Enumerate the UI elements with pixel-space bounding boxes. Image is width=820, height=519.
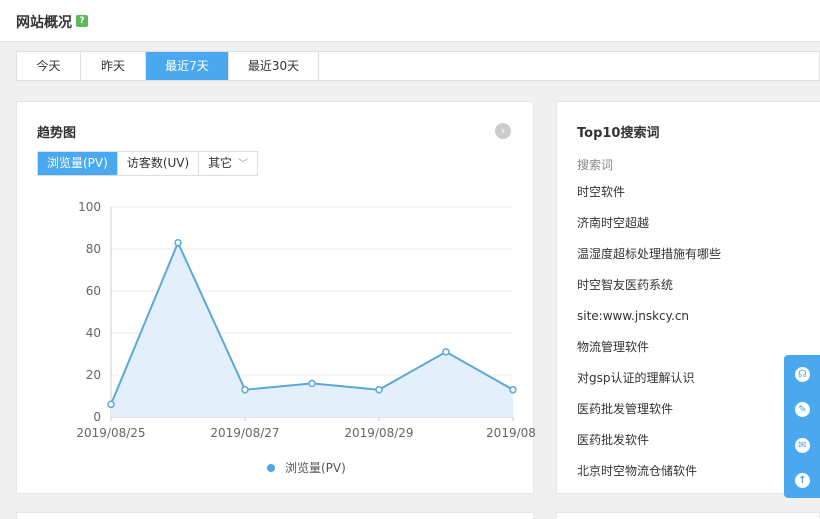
keyword-list: 时空软件 济南时空超越 温湿度超标处理措施有哪些 时空智友医药系统 site:w… — [577, 184, 721, 494]
legend-label: 浏览量(PV) — [285, 461, 346, 475]
tab-last-30-days[interactable]: 最近30天 — [229, 52, 319, 80]
keyword-item[interactable]: 济南时空超越 — [577, 215, 721, 246]
help-icon[interactable]: ? — [76, 15, 88, 27]
keyword-item[interactable]: 物流管理软件 — [577, 339, 721, 370]
tab-today[interactable]: 今天 — [17, 52, 81, 80]
keyword-item[interactable]: 温湿度超标处理措施有哪些 — [577, 246, 721, 277]
y-tick-label: 20 — [86, 368, 101, 382]
y-tick-label: 60 — [86, 284, 101, 298]
next-card-left — [16, 512, 534, 519]
keyword-item[interactable]: 对gsp认证的理解认识 — [577, 370, 721, 401]
keyword-item[interactable]: 时空智友医药系统 — [577, 277, 721, 308]
y-tick-label: 100 — [78, 200, 101, 214]
data-point — [509, 385, 517, 394]
data-point — [442, 348, 450, 356]
top10-title: Top10搜索词 — [577, 126, 660, 141]
y-tick-label: 0 — [93, 410, 101, 424]
date-range-tabs: 今天 昨天 最近7天 最近30天 — [16, 51, 820, 81]
series-area — [111, 242, 513, 417]
trend-card: 趋势图 › 浏览量(PV) 访客数(UV) 其它 ﹀ 0 20 40 60 80 100 20… — [16, 101, 535, 494]
back-to-top-icon[interactable]: ↑ — [795, 473, 810, 488]
data-point — [174, 238, 182, 247]
wechat-icon[interactable]: ✉ — [795, 438, 810, 453]
x-tick-label: 2019/08/27 — [210, 426, 279, 440]
page-header: 网站概况 ? — [0, 0, 820, 42]
x-tick-label: 2019/08/ — [486, 426, 535, 440]
top10-card: Top10搜索词 搜索词 时空软件 济南时空超越 温湿度超标处理措施有哪些 时空… — [556, 101, 820, 494]
floating-toolbar: ☊ ✎ ✉ ↑ — [784, 355, 820, 498]
data-point — [241, 385, 249, 394]
legend-dot-icon — [267, 463, 275, 472]
tab-last-7-days[interactable]: 最近7天 — [146, 52, 229, 80]
keyword-item[interactable]: site:www.jnskcy.cn — [577, 308, 721, 339]
keyword-item[interactable]: 医药批发软件 — [577, 432, 721, 463]
page-title: 网站概况 — [16, 15, 72, 31]
next-card-right — [556, 512, 820, 519]
headset-icon[interactable]: ☊ — [795, 367, 810, 382]
keyword-column-header: 搜索词 — [577, 158, 614, 172]
data-point — [308, 379, 316, 388]
tab-yesterday[interactable]: 昨天 — [81, 52, 146, 80]
y-tick-label: 40 — [86, 326, 101, 340]
keyword-item[interactable]: 北京时空物流仓储软件 — [577, 463, 721, 494]
data-point — [375, 385, 383, 394]
chart-legend[interactable]: 浏览量(PV) — [267, 459, 346, 476]
edit-icon[interactable]: ✎ — [795, 402, 810, 417]
keyword-item[interactable]: 医药批发管理软件 — [577, 401, 721, 432]
x-tick-label: 2019/08/29 — [344, 426, 413, 440]
x-tick-label: 2019/08/25 — [76, 426, 145, 440]
trend-chart: 0 20 40 60 80 100 2019/08/25 2019/08/27 2019/08/… — [76, 200, 535, 440]
keyword-item[interactable]: 时空软件 — [577, 184, 721, 215]
y-tick-label: 80 — [86, 242, 101, 256]
data-point — [107, 400, 115, 409]
